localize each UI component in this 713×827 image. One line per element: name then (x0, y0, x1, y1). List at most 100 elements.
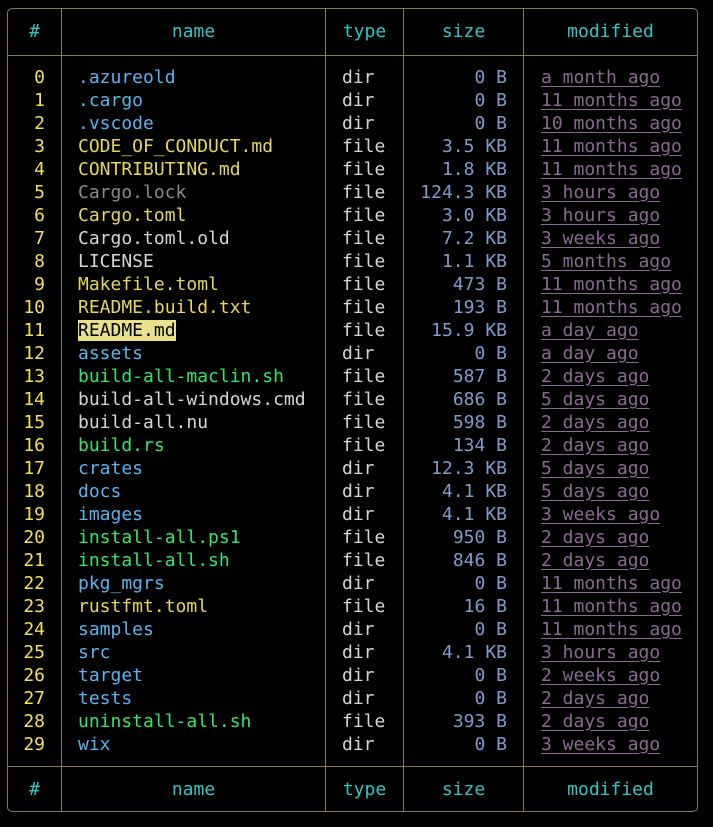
table-row[interactable]: 26 target dir 0 B 2 weeks ago (8, 664, 697, 687)
row-name[interactable]: wix (78, 733, 328, 756)
table-row[interactable]: 5 Cargo.lock file 124.3 KB 3 hours ago (8, 181, 697, 204)
row-modified-link[interactable]: 2 days ago (541, 549, 649, 572)
row-modified-link[interactable]: 2 days ago (541, 411, 649, 434)
table-row[interactable]: 28 uninstall-all.sh file 393 B 2 days ago (8, 710, 697, 733)
row-modified-link[interactable]: 11 months ago (541, 135, 682, 158)
row-name[interactable]: assets (78, 342, 328, 365)
row-name[interactable]: build-all-windows.cmd (78, 388, 328, 411)
table-row[interactable]: 12 assets dir 0 B a day ago (8, 342, 697, 365)
row-modified-link[interactable]: 11 months ago (541, 89, 682, 112)
row-name[interactable]: LICENSE (78, 250, 328, 273)
row-modified-link[interactable]: a day ago (541, 319, 639, 342)
header-type[interactable]: type (326, 9, 403, 55)
row-modified-link[interactable]: 11 months ago (541, 618, 682, 641)
header-index[interactable]: # (8, 9, 61, 55)
row-name[interactable]: rustfmt.toml (78, 595, 328, 618)
row-name[interactable]: crates (78, 457, 328, 480)
row-modified-link[interactable]: 2 weeks ago (541, 664, 660, 687)
row-modified-link[interactable]: a month ago (541, 66, 660, 89)
row-modified-link[interactable]: 5 months ago (541, 250, 671, 273)
row-name[interactable]: docs (78, 480, 328, 503)
table-row[interactable]: 16 build.rs file 134 B 2 days ago (8, 434, 697, 457)
row-modified-link[interactable]: 3 hours ago (541, 181, 660, 204)
row-name[interactable]: samples (78, 618, 328, 641)
table-row[interactable]: 14 build-all-windows.cmd file 686 B 5 days a… (8, 388, 697, 411)
row-name[interactable]: tests (78, 687, 328, 710)
row-name[interactable]: .azureold (78, 66, 328, 89)
table-row[interactable]: 19 images dir 4.1 KB 3 weeks ago (8, 503, 697, 526)
row-modified-link[interactable]: a day ago (541, 342, 639, 365)
table-row[interactable]: 15 build-all.nu file 598 B 2 days ago (8, 411, 697, 434)
row-name[interactable]: uninstall-all.sh (78, 710, 328, 733)
table-row[interactable]: 23 rustfmt.toml file 16 B 11 months ago (8, 595, 697, 618)
table-row[interactable]: 21 install-all.sh file 846 B 2 days ago (8, 549, 697, 572)
row-name[interactable]: Makefile.toml (78, 273, 328, 296)
table-row[interactable]: 8 LICENSE file 1.1 KB 5 months ago (8, 250, 697, 273)
table-row[interactable]: 3 CODE_OF_CONDUCT.md file 3.5 KB 11 months a… (8, 135, 697, 158)
row-name[interactable]: install-all.sh (78, 549, 328, 572)
row-modified-link[interactable]: 10 months ago (541, 112, 682, 135)
footer-size[interactable]: size (404, 767, 523, 813)
row-modified-link[interactable]: 11 months ago (541, 158, 682, 181)
header-size[interactable]: size (404, 9, 523, 55)
row-name[interactable]: CODE_OF_CONDUCT.md (78, 135, 328, 158)
row-name[interactable]: README.build.txt (78, 296, 328, 319)
row-name[interactable]: README.md (78, 319, 328, 342)
table-row[interactable]: 4 CONTRIBUTING.md file 1.8 KB 11 months ago (8, 158, 697, 181)
row-modified-link[interactable]: 5 days ago (541, 457, 649, 480)
table-row[interactable]: 0 .azureold dir 0 B a month ago (8, 66, 697, 89)
row-modified-link[interactable]: 11 months ago (541, 572, 682, 595)
table-row[interactable]: 29 wix dir 0 B 3 weeks ago (8, 733, 697, 756)
row-name[interactable]: build-all-maclin.sh (78, 365, 328, 388)
table-row[interactable]: 7 Cargo.toml.old file 7.2 KB 3 weeks ago (8, 227, 697, 250)
row-name[interactable]: src (78, 641, 328, 664)
table-row[interactable]: 6 Cargo.toml file 3.0 KB 3 hours ago (8, 204, 697, 227)
row-name[interactable]: build.rs (78, 434, 328, 457)
table-row[interactable]: 9 Makefile.toml file 473 B 11 months ago (8, 273, 697, 296)
row-modified-link[interactable]: 3 hours ago (541, 641, 660, 664)
row-modified-link[interactable]: 2 days ago (541, 365, 649, 388)
footer-type[interactable]: type (326, 767, 403, 813)
row-name[interactable]: images (78, 503, 328, 526)
footer-index[interactable]: # (8, 767, 61, 813)
row-name[interactable]: install-all.ps1 (78, 526, 328, 549)
table-row[interactable]: 22 pkg_mgrs dir 0 B 11 months ago (8, 572, 697, 595)
row-modified-link[interactable]: 5 days ago (541, 388, 649, 411)
table-row[interactable]: 27 tests dir 0 B 2 days ago (8, 687, 697, 710)
row-modified-link[interactable]: 11 months ago (541, 273, 682, 296)
row-name[interactable]: Cargo.lock (78, 181, 328, 204)
row-modified-link[interactable]: 11 months ago (541, 595, 682, 618)
row-name[interactable]: pkg_mgrs (78, 572, 328, 595)
footer-name[interactable]: name (62, 767, 325, 813)
row-modified-link[interactable]: 3 weeks ago (541, 227, 660, 250)
header-name[interactable]: name (62, 9, 325, 55)
row-modified-link[interactable]: 3 weeks ago (541, 733, 660, 756)
table-row[interactable]: 11 README.md file 15.9 KB a day ago (8, 319, 697, 342)
header-modified[interactable]: modified (524, 9, 697, 55)
row-modified-link[interactable]: 3 weeks ago (541, 503, 660, 526)
table-row[interactable]: 13 build-all-maclin.sh file 587 B 2 days ago (8, 365, 697, 388)
table-row[interactable]: 18 docs dir 4.1 KB 5 days ago (8, 480, 697, 503)
row-modified-link[interactable]: 5 days ago (541, 480, 649, 503)
table-row[interactable]: 10 README.build.txt file 193 B 11 months ago (8, 296, 697, 319)
table-row[interactable]: 25 src dir 4.1 KB 3 hours ago (8, 641, 697, 664)
table-row[interactable]: 1 .cargo dir 0 B 11 months ago (8, 89, 697, 112)
row-modified-link[interactable]: 3 hours ago (541, 204, 660, 227)
row-name[interactable]: build-all.nu (78, 411, 328, 434)
table-row[interactable]: 24 samples dir 0 B 11 months ago (8, 618, 697, 641)
row-modified-link[interactable]: 2 days ago (541, 687, 649, 710)
table-row[interactable]: 17 crates dir 12.3 KB 5 days ago (8, 457, 697, 480)
table-row[interactable]: 2 .vscode dir 0 B 10 months ago (8, 112, 697, 135)
row-name[interactable]: .cargo (78, 89, 328, 112)
table-row[interactable]: 20 install-all.ps1 file 950 B 2 days ago (8, 526, 697, 549)
row-name[interactable]: Cargo.toml.old (78, 227, 328, 250)
row-name[interactable]: CONTRIBUTING.md (78, 158, 328, 181)
row-modified-link[interactable]: 2 days ago (541, 434, 649, 457)
row-modified-link[interactable]: 2 days ago (541, 710, 649, 733)
row-name[interactable]: target (78, 664, 328, 687)
row-modified-link[interactable]: 2 days ago (541, 526, 649, 549)
row-modified-link[interactable]: 11 months ago (541, 296, 682, 319)
row-name[interactable]: .vscode (78, 112, 328, 135)
footer-modified[interactable]: modified (524, 767, 697, 813)
row-name[interactable]: Cargo.toml (78, 204, 328, 227)
